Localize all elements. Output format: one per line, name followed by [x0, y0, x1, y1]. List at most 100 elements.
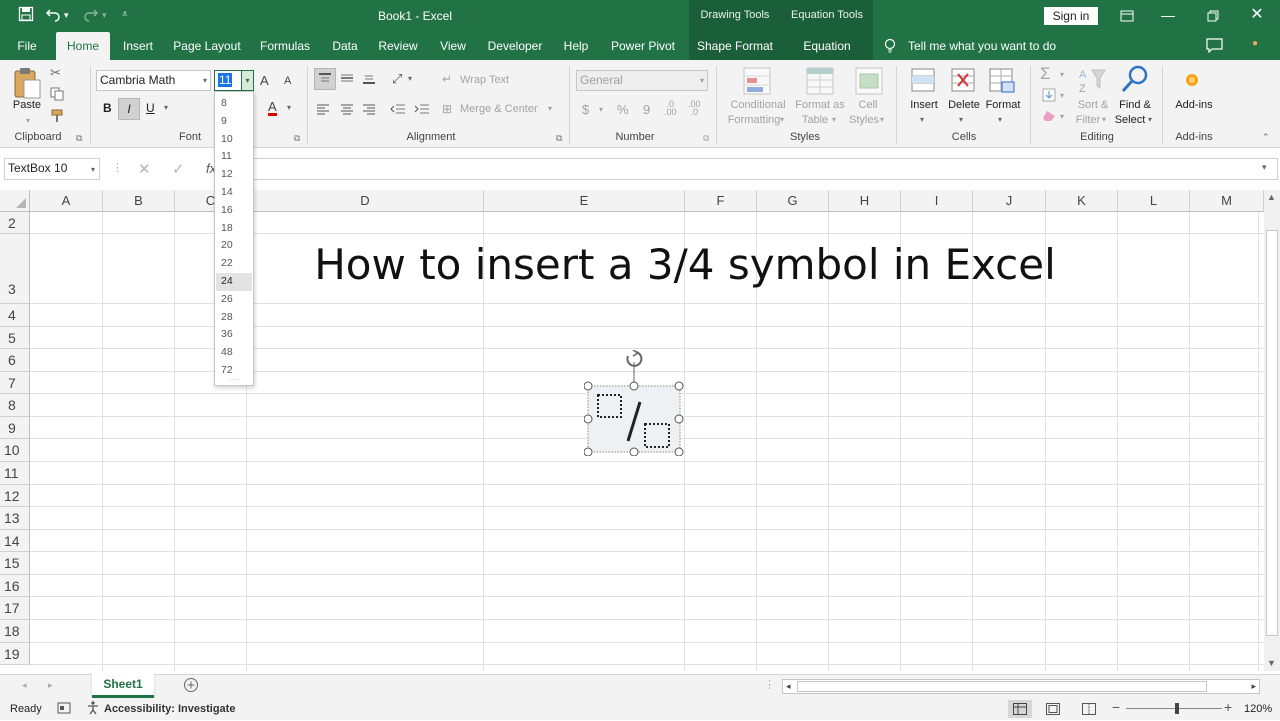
- top-align-icon[interactable]: [314, 68, 336, 90]
- increase-indent-icon[interactable]: [414, 103, 430, 118]
- clear-icon[interactable]: [1042, 110, 1056, 125]
- format-cells-dropdown-icon[interactable]: ▾: [998, 115, 1002, 124]
- number-launcher-icon[interactable]: ⧉: [703, 133, 709, 144]
- format-cells-button[interactable]: Format: [982, 98, 1024, 113]
- prev-sheet-icon[interactable]: ◂: [22, 680, 27, 691]
- bottom-align-icon[interactable]: [362, 72, 376, 87]
- enter-entry-icon[interactable]: ✓: [172, 160, 185, 178]
- ribbon-display-icon[interactable]: [1104, 0, 1150, 32]
- accessibility-status[interactable]: Accessibility: Investigate: [104, 703, 235, 715]
- page-break-view-icon[interactable]: [1082, 703, 1096, 718]
- insert-cells-button[interactable]: Insert: [904, 98, 944, 113]
- font-size-option[interactable]: 18: [216, 220, 252, 238]
- sign-in-button[interactable]: Sign in: [1044, 7, 1098, 25]
- next-sheet-icon[interactable]: ▸: [48, 680, 53, 691]
- conditional-formatting-icon[interactable]: [742, 66, 772, 99]
- align-center-icon[interactable]: [340, 103, 354, 118]
- zoom-out-icon[interactable]: −: [1112, 699, 1120, 715]
- tab-data[interactable]: Data: [326, 32, 364, 60]
- new-sheet-icon[interactable]: [183, 677, 199, 696]
- row-header-2[interactable]: 2: [0, 212, 30, 234]
- tab-view[interactable]: View: [436, 32, 470, 60]
- paste-dropdown-icon[interactable]: ▾: [26, 116, 30, 125]
- orientation-icon[interactable]: ⤢: [392, 71, 402, 87]
- column-header-m[interactable]: M: [1190, 190, 1264, 212]
- clear-dropdown-icon[interactable]: ▾: [1060, 112, 1064, 121]
- zoom-level[interactable]: 120%: [1244, 703, 1272, 715]
- undo-icon[interactable]: [45, 6, 61, 26]
- redo-dropdown-icon[interactable]: ▾: [102, 10, 107, 21]
- column-header-i[interactable]: I: [901, 190, 973, 212]
- italic-button[interactable]: I: [118, 98, 140, 120]
- merge-dropdown-icon[interactable]: ▾: [548, 104, 552, 113]
- font-size-option[interactable]: 26: [216, 291, 252, 309]
- format-as-table-icon[interactable]: [805, 66, 835, 99]
- undo-dropdown-icon[interactable]: ▾: [64, 10, 69, 21]
- tab-split-handle-icon[interactable]: ⋮: [764, 678, 775, 691]
- font-size-option-highlighted[interactable]: 24: [216, 272, 252, 291]
- font-size-option[interactable]: 9: [216, 113, 252, 131]
- maximize-icon[interactable]: [1190, 0, 1236, 32]
- clipboard-launcher-icon[interactable]: ⧉: [76, 133, 82, 144]
- font-family-dropdown-icon[interactable]: ▾: [203, 71, 207, 90]
- font-color-dropdown-icon[interactable]: ▾: [287, 103, 291, 112]
- font-size-dropdown-icon[interactable]: ▾: [241, 71, 253, 90]
- font-size-option[interactable]: 12: [216, 166, 252, 184]
- cell-styles-dropdown-icon[interactable]: ▾: [880, 115, 884, 124]
- scroll-right-icon[interactable]: ▸: [1251, 680, 1256, 693]
- comments-icon[interactable]: [1206, 38, 1223, 56]
- align-right-icon[interactable]: [362, 103, 376, 118]
- conditional-formatting-dropdown-icon[interactable]: ▾: [780, 115, 784, 124]
- sort-filter-icon[interactable]: AZ: [1078, 66, 1106, 99]
- wrap-text-icon[interactable]: ↵: [442, 72, 452, 86]
- row-header-7[interactable]: 7: [0, 372, 30, 394]
- column-header-a[interactable]: A: [30, 190, 103, 212]
- font-launcher-icon[interactable]: ⧉: [294, 133, 300, 144]
- tell-me-search[interactable]: Tell me what you want to do: [908, 39, 1056, 53]
- dropdown-resize-grip[interactable]: ····: [215, 376, 253, 384]
- cut-icon[interactable]: ✂: [50, 65, 61, 81]
- row-header-10[interactable]: 10: [0, 439, 30, 462]
- column-header-h[interactable]: H: [829, 190, 901, 212]
- delete-cells-icon[interactable]: [950, 66, 976, 97]
- row-header-12[interactable]: 12: [0, 485, 30, 507]
- font-size-option[interactable]: 11: [216, 148, 252, 166]
- add-ins-icon[interactable]: [1184, 72, 1200, 91]
- sort-filter-dropdown-icon[interactable]: ▾: [1102, 115, 1106, 124]
- font-size-option[interactable]: 22: [216, 255, 252, 273]
- font-size-option[interactable]: 16: [216, 202, 252, 220]
- comma-style-icon[interactable]: 9: [643, 102, 650, 117]
- format-as-table-line1[interactable]: Format as: [792, 98, 848, 113]
- cell-styles-line2[interactable]: Styles: [847, 113, 881, 128]
- autosum-icon[interactable]: Σ: [1040, 64, 1051, 84]
- font-size-value[interactable]: 11: [218, 73, 233, 87]
- scroll-down-icon[interactable]: ▼: [1267, 658, 1276, 668]
- minimize-icon[interactable]: —: [1145, 0, 1191, 32]
- font-size-option[interactable]: 10: [216, 131, 252, 149]
- find-select-line2[interactable]: Select: [1110, 113, 1150, 128]
- save-icon[interactable]: [18, 6, 34, 26]
- alignment-launcher-icon[interactable]: ⧉: [556, 133, 562, 144]
- equation-textbox[interactable]: [583, 349, 684, 457]
- tab-insert[interactable]: Insert: [116, 32, 160, 60]
- font-family-select[interactable]: Cambria Math ▾: [96, 70, 211, 91]
- row-header-8[interactable]: 8: [0, 394, 30, 417]
- name-box-dropdown-icon[interactable]: ▾: [91, 160, 95, 179]
- insert-cells-dropdown-icon[interactable]: ▾: [920, 115, 924, 124]
- delete-cells-button[interactable]: Delete: [944, 98, 984, 113]
- increase-font-icon[interactable]: A: [260, 73, 269, 88]
- redo-icon[interactable]: [83, 6, 99, 26]
- number-format-dropdown-icon[interactable]: ▾: [700, 71, 704, 90]
- bold-button[interactable]: B: [103, 101, 112, 115]
- font-color-icon[interactable]: A: [268, 100, 277, 116]
- tab-developer[interactable]: Developer: [484, 32, 546, 60]
- column-header-j[interactable]: J: [973, 190, 1046, 212]
- orientation-dropdown-icon[interactable]: ▾: [408, 74, 412, 83]
- accessibility-icon[interactable]: [86, 701, 101, 718]
- increase-decimal-icon[interactable]: .0.00: [664, 100, 677, 117]
- tab-power-pivot[interactable]: Power Pivot: [606, 32, 680, 60]
- name-box[interactable]: TextBox 10 ▾: [4, 158, 100, 180]
- wrap-text-button[interactable]: Wrap Text: [460, 73, 509, 88]
- vertical-scrollbar[interactable]: ▲ ▼: [1264, 190, 1280, 671]
- row-header-3[interactable]: 3: [0, 234, 30, 304]
